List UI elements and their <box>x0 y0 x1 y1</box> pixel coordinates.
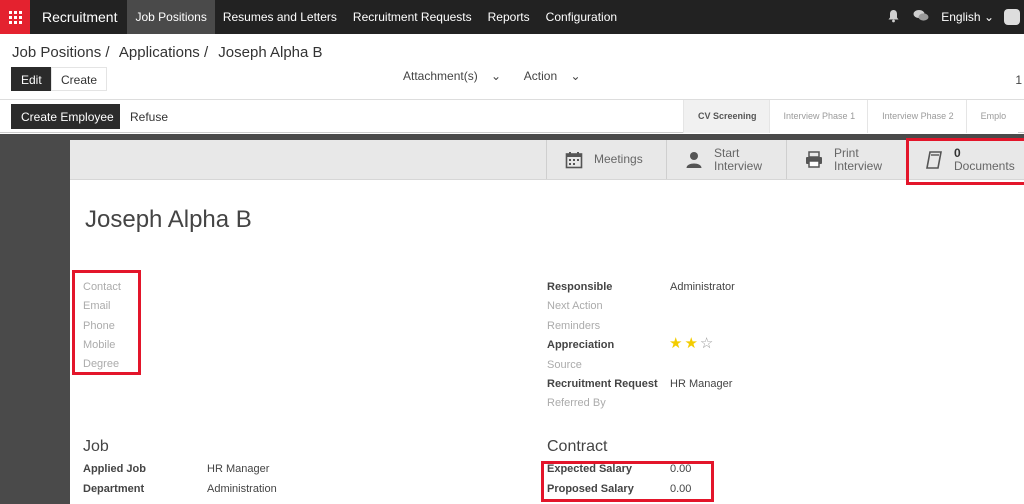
applicant-name[interactable]: Joseph Alpha B <box>85 206 252 234</box>
recruitment-request-value[interactable]: HR Manager <box>670 378 732 390</box>
highlight-contact-fields <box>72 270 141 375</box>
print-interview-label-2: Interview <box>834 158 883 173</box>
chevron-down-icon: ⌄ <box>570 69 581 83</box>
highlight-documents-button <box>906 138 1024 185</box>
breadcrumb-job-positions[interactable]: Job Positions / <box>12 44 110 61</box>
applied-job-value[interactable]: HR Manager <box>207 463 269 475</box>
button-box: Meetings Start Interview Print Interview 0… <box>70 140 1024 180</box>
menu-resumes-letters[interactable]: Resumes and Letters <box>215 0 345 34</box>
stage-interview-phase-2[interactable]: Interview Phase 2 <box>867 100 966 133</box>
action-dropdown[interactable]: Action ⌄ <box>524 69 591 83</box>
responsible-label: Responsible <box>547 281 613 293</box>
job-section-title: Job <box>83 438 109 455</box>
user-icon <box>684 151 704 169</box>
form-sheet: Meetings Start Interview Print Interview 0… <box>70 140 1024 504</box>
applied-job-label: Applied Job <box>83 463 146 475</box>
appreciation-label: Appreciation <box>547 339 615 351</box>
meetings-label: Meetings <box>594 152 643 166</box>
start-interview-label-1: Start <box>714 145 740 160</box>
user-avatar[interactable] <box>1004 9 1020 25</box>
start-interview-label-2: Interview <box>714 158 763 173</box>
edit-button[interactable]: Edit <box>11 67 52 91</box>
star-filled-icon[interactable]: ★ <box>669 335 684 352</box>
department-label: Department <box>83 483 145 495</box>
control-panel: Job Positions / Applications / Joseph Al… <box>0 34 1024 100</box>
menu-recruitment-requests[interactable]: Recruitment Requests <box>345 0 480 34</box>
stage-cv-screening[interactable]: CV Screening <box>683 100 769 133</box>
chevron-down-icon: ⌄ <box>983 10 994 24</box>
refuse-button[interactable]: Refuse <box>120 104 179 129</box>
attachments-label: Attachment(s) <box>403 69 478 83</box>
recruitment-request-label: Recruitment Request <box>547 378 658 390</box>
referred-by-label: Referred By <box>547 397 606 409</box>
stage-pipeline: CV Screening Interview Phase 1 Interview… <box>683 100 1019 133</box>
menu-reports[interactable]: Reports <box>480 0 538 34</box>
source-label: Source <box>547 359 582 371</box>
printer-icon <box>804 150 824 169</box>
appreciation-stars[interactable]: ★★☆ <box>669 334 715 352</box>
breadcrumb: Job Positions / Applications / Joseph Al… <box>12 44 329 61</box>
highlight-salary-fields <box>541 461 714 502</box>
responsible-value[interactable]: Administrator <box>670 281 735 293</box>
form-view-background: Meetings Start Interview Print Interview 0… <box>0 134 1024 504</box>
bell-icon[interactable] <box>879 9 907 26</box>
menu-configuration[interactable]: Configuration <box>538 0 625 34</box>
status-bar: Create Employee Refuse CV Screening Inte… <box>0 100 1024 133</box>
language-selector[interactable]: English ⌄ <box>935 10 1004 24</box>
star-empty-icon[interactable]: ☆ <box>700 335 715 352</box>
attachments-dropdown[interactable]: Attachment(s) ⌄ <box>403 69 511 83</box>
breadcrumb-applications[interactable]: Applications / <box>119 44 208 61</box>
sidebar-actions: Attachment(s) ⌄ Action ⌄ <box>403 69 601 83</box>
next-action-label: Next Action <box>547 300 603 312</box>
stage-employed[interactable]: Emplo <box>965 100 1019 133</box>
top-navbar: Recruitment Job Positions Resumes and Le… <box>0 0 1024 34</box>
menu-job-positions[interactable]: Job Positions <box>127 0 215 34</box>
print-interview-button[interactable]: Print Interview <box>786 140 906 179</box>
chevron-down-icon: ⌄ <box>491 69 502 83</box>
reminders-label: Reminders <box>547 320 601 332</box>
print-interview-label-1: Print <box>834 145 859 160</box>
star-filled-icon[interactable]: ★ <box>684 335 699 352</box>
start-interview-button[interactable]: Start Interview <box>666 140 786 179</box>
apps-grid-icon <box>8 10 22 24</box>
meetings-button[interactable]: Meetings <box>546 140 666 179</box>
chat-icon[interactable] <box>907 9 935 25</box>
create-employee-button[interactable]: Create Employee <box>11 104 124 129</box>
breadcrumb-current: Joseph Alpha B <box>218 44 323 61</box>
language-label: English <box>941 10 981 24</box>
pager-value[interactable]: 1 <box>1015 73 1022 87</box>
create-button[interactable]: Create <box>51 67 108 91</box>
contract-section-title: Contract <box>547 438 608 455</box>
department-value[interactable]: Administration <box>207 483 277 495</box>
app-brand[interactable]: Recruitment <box>30 0 127 34</box>
apps-menu-button[interactable] <box>0 0 30 34</box>
stage-interview-phase-1[interactable]: Interview Phase 1 <box>768 100 868 133</box>
action-label: Action <box>523 69 558 83</box>
calendar-icon <box>564 151 584 169</box>
